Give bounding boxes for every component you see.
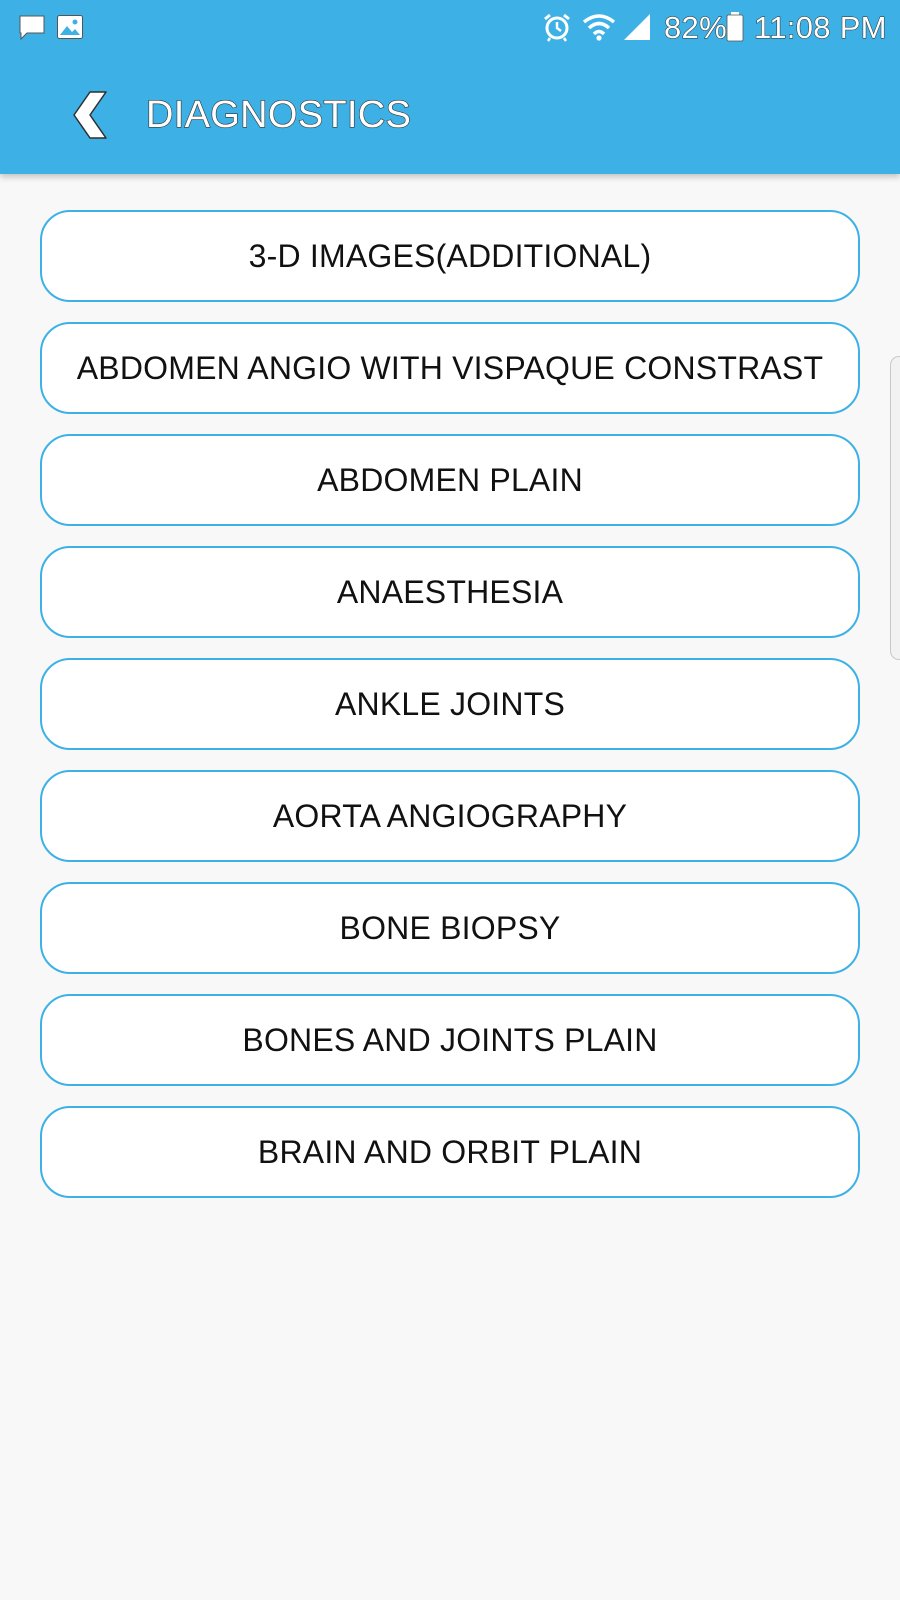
list-item-label: 3-D IMAGES(ADDITIONAL) bbox=[248, 237, 652, 274]
list-item[interactable]: BONE BIOPSY bbox=[40, 882, 860, 974]
status-bar: 82% 11:08 PM bbox=[0, 0, 900, 56]
back-button[interactable] bbox=[60, 82, 120, 148]
list-item-label: BONES AND JOINTS PLAIN bbox=[242, 1021, 658, 1058]
page-title: DIAGNOSTICS bbox=[145, 93, 412, 136]
battery-icon bbox=[726, 12, 744, 47]
list-item-label: BONE BIOPSY bbox=[339, 909, 561, 946]
message-icon bbox=[18, 14, 46, 47]
wifi-icon bbox=[582, 12, 616, 47]
alarm-icon bbox=[542, 12, 572, 47]
list-item-label: ANAESTHESIA bbox=[336, 573, 564, 610]
battery-percentage: 82% bbox=[664, 10, 728, 46]
list-item[interactable]: 3-D IMAGES(ADDITIONAL) bbox=[40, 210, 860, 302]
chevron-left-icon bbox=[60, 91, 120, 152]
list-item[interactable]: ANAESTHESIA bbox=[40, 546, 860, 638]
list-item[interactable]: ABDOMEN PLAIN bbox=[40, 434, 860, 526]
image-icon bbox=[56, 13, 84, 46]
status-time: 11:08 PM bbox=[754, 10, 887, 46]
list-item[interactable]: BRAIN AND ORBIT PLAIN bbox=[40, 1106, 860, 1198]
list-item[interactable]: BONES AND JOINTS PLAIN bbox=[40, 994, 860, 1086]
app-bar: 82% 11:08 PM DIAGNOSTICS bbox=[0, 0, 900, 174]
list-item[interactable]: ABDOMEN ANGIO WITH VISPAQUE CONSTRAST bbox=[40, 322, 860, 414]
list-item-label: ABDOMEN PLAIN bbox=[317, 461, 583, 498]
signal-icon bbox=[622, 12, 652, 47]
list-item-label: AORTA ANGIOGRAPHY bbox=[272, 797, 628, 834]
list-item[interactable]: AORTA ANGIOGRAPHY bbox=[40, 770, 860, 862]
diagnostics-list: 3-D IMAGES(ADDITIONAL) ABDOMEN ANGIO WIT… bbox=[40, 210, 860, 1218]
list-item-label: ANKLE JOINTS bbox=[334, 685, 565, 722]
list-item-label: BRAIN AND ORBIT PLAIN bbox=[257, 1133, 643, 1170]
list-item[interactable]: ANKLE JOINTS bbox=[40, 658, 860, 750]
scroll-indicator[interactable] bbox=[890, 356, 900, 660]
list-item-label: ABDOMEN ANGIO WITH VISPAQUE CONSTRAST bbox=[76, 349, 824, 386]
